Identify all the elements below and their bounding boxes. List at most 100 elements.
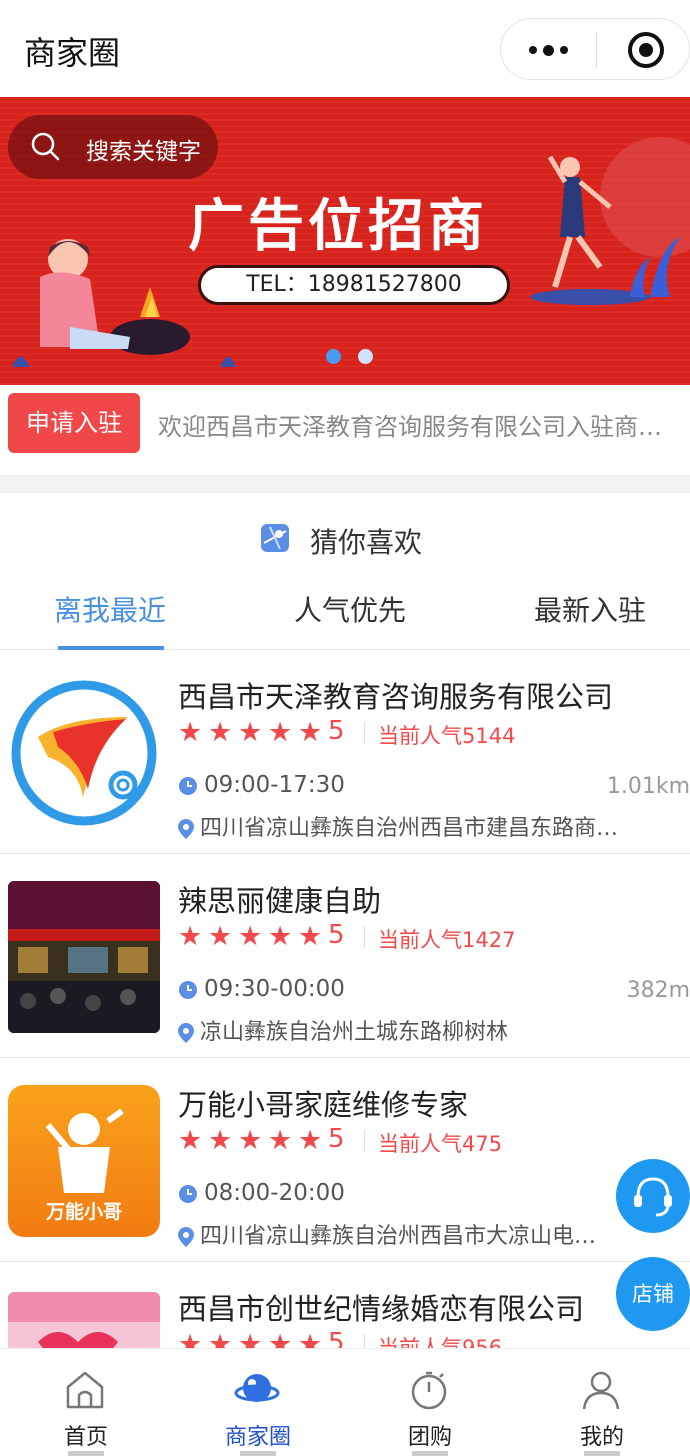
clock-icon (179, 1184, 197, 1203)
rating-score: 5 (328, 716, 345, 746)
tabbar-label: 团购 (407, 1425, 452, 1450)
shop-logo-text: 万能小哥 (45, 1202, 122, 1223)
section-divider (0, 475, 690, 493)
tabbar-group-buy[interactable]: 团购 (344, 1349, 516, 1456)
ad-phone: TEL：18981527800 (198, 265, 510, 305)
tabbar-home[interactable]: 首页 (0, 1349, 172, 1456)
shop-logo (8, 881, 160, 1033)
divider (364, 722, 365, 744)
tabbar-bottom-bar (584, 1451, 620, 1456)
shop-item[interactable]: 西昌市创世纪情缘婚恋有限公司 ★ ★ ★ ★ ★ 5 当前人气956 (0, 1262, 690, 1348)
bottom-tabbar: 首页 商家圈 团购 我的 (0, 1348, 690, 1456)
address-text: 凉山彝族自治州土城东路柳树林 (200, 1020, 509, 1045)
sort-tabs: 离我最近 人气优先 最新入驻 (0, 583, 690, 650)
divider (364, 926, 365, 948)
nav-header: 商家圈 (0, 0, 690, 97)
hours-text: 09:30-00:00 (204, 976, 345, 1002)
search-bar[interactable]: 搜索关键字 (8, 115, 218, 179)
planet-icon (234, 1374, 280, 1402)
target-icon[interactable] (628, 32, 664, 68)
customer-service-button[interactable] (616, 1159, 690, 1233)
shop-logo: 万能小哥 (8, 1085, 160, 1237)
hours-text: 08:00-20:00 (204, 1180, 345, 1206)
shop-logo (8, 1292, 160, 1348)
rating-score: 5 (328, 1124, 345, 1154)
stopwatch-icon (411, 1371, 447, 1410)
star-icon: ★ (298, 921, 323, 952)
tabbar-mine[interactable]: 我的 (516, 1349, 688, 1456)
star-icon: ★ (208, 1125, 233, 1156)
page-title: 商家圈 (24, 34, 121, 72)
address: 凉山彝族自治州土城东路柳树林 (178, 1014, 638, 1046)
banner-dot[interactable] (358, 349, 373, 364)
ad-title: 广告位招商 (188, 193, 488, 259)
ad-banner[interactable]: 搜索关键字 广告位招商 TEL：18981527800 (0, 97, 690, 385)
opening-hours: 09:00-17:30 (178, 772, 345, 798)
popularity: 当前人气475 (378, 1132, 503, 1156)
tabbar-bottom-bar (240, 1451, 276, 1456)
shop-button[interactable]: 店铺 (616, 1257, 690, 1331)
map-icon (261, 524, 289, 552)
star-icon: ★ (268, 1329, 293, 1348)
guess-section-header: 猜你喜欢 (0, 493, 690, 583)
star-icon: ★ (178, 717, 203, 748)
location-pin-icon (178, 1227, 194, 1247)
address: 四川省凉山彝族自治州西昌市大凉山电视台旁 (178, 1218, 608, 1250)
clock-icon (179, 776, 197, 795)
shop-item[interactable]: 万能小哥 万能小哥家庭维修专家 ★ ★ ★ ★ ★ 5 当前人气475 08:00-20… (0, 1058, 690, 1262)
divider (364, 1130, 365, 1152)
tab-popular[interactable]: 人气优先 (250, 589, 450, 629)
shop-name: 辣思丽健康自助 (178, 884, 382, 918)
tabbar-bottom-bar (412, 1451, 448, 1456)
rating-stars: ★ ★ ★ ★ ★ (178, 717, 328, 750)
distance: 382m (626, 978, 690, 1003)
opening-hours: 08:00-20:00 (178, 1180, 345, 1206)
rating-stars: ★ ★ ★ ★ ★ (178, 1329, 328, 1348)
home-icon (66, 1371, 104, 1409)
user-icon (582, 1371, 620, 1410)
location-pin-icon (178, 819, 194, 839)
notice-bar: 申请入驻 欢迎西昌市天泽教育咨询服务有限公司入驻商家圈 (0, 385, 690, 475)
star-icon: ★ (238, 1125, 263, 1156)
notice-message[interactable]: 欢迎西昌市天泽教育咨询服务有限公司入驻商家圈 (158, 407, 678, 442)
star-icon: ★ (298, 717, 323, 748)
tabbar-label: 首页 (63, 1425, 108, 1450)
star-icon: ★ (178, 1125, 203, 1156)
address-text: 四川省凉山彝族自治州西昌市大凉山电视台旁 (200, 1224, 608, 1249)
star-icon: ★ (178, 1329, 203, 1348)
rating-score: 5 (328, 1328, 345, 1348)
tabbar-label: 我的 (579, 1425, 624, 1450)
search-icon (31, 132, 60, 161)
tab-newest[interactable]: 最新入驻 (490, 589, 690, 629)
star-icon: ★ (208, 921, 233, 952)
popularity: 当前人气5144 (378, 724, 516, 748)
search-placeholder: 搜索关键字 (86, 139, 201, 165)
shop-item[interactable]: 西昌市天泽教育咨询服务有限公司 ★ ★ ★ ★ ★ 5 当前人气5144 09:00-1… (0, 650, 690, 854)
tabbar-label: 商家圈 (224, 1425, 291, 1450)
banner-dot-active[interactable] (326, 349, 341, 364)
shop-logo (8, 677, 160, 829)
hours-text: 09:00-17:30 (204, 772, 345, 798)
rating-stars: ★ ★ ★ ★ ★ (178, 921, 328, 954)
star-icon: ★ (268, 717, 293, 748)
location-pin-icon (178, 1023, 194, 1043)
star-icon: ★ (298, 1125, 323, 1156)
address-text: 四川省凉山彝族自治州西昌市建昌东路商业街 (200, 816, 638, 841)
apply-button[interactable]: 申请入驻 (8, 393, 140, 453)
star-icon: ★ (208, 717, 233, 748)
shop-item[interactable]: 辣思丽健康自助 ★ ★ ★ ★ ★ 5 当前人气1427 09:30-00:00 382… (0, 854, 690, 1058)
star-icon: ★ (178, 921, 203, 952)
shop-name: 西昌市天泽教育咨询服务有限公司 (178, 680, 614, 714)
star-icon: ★ (298, 1329, 323, 1348)
banner-pagination[interactable] (326, 349, 378, 365)
capsule-divider (596, 32, 597, 68)
tabbar-merchant-circle[interactable]: 商家圈 (172, 1349, 344, 1456)
more-dots-icon[interactable] (529, 45, 569, 56)
tab-nearest[interactable]: 离我最近 (10, 589, 210, 629)
star-icon: ★ (268, 1125, 293, 1156)
star-icon: ★ (268, 921, 293, 952)
banner-illustration-right (530, 137, 690, 305)
star-icon: ★ (238, 1329, 263, 1348)
clock-icon (179, 980, 197, 999)
divider (364, 1334, 365, 1348)
